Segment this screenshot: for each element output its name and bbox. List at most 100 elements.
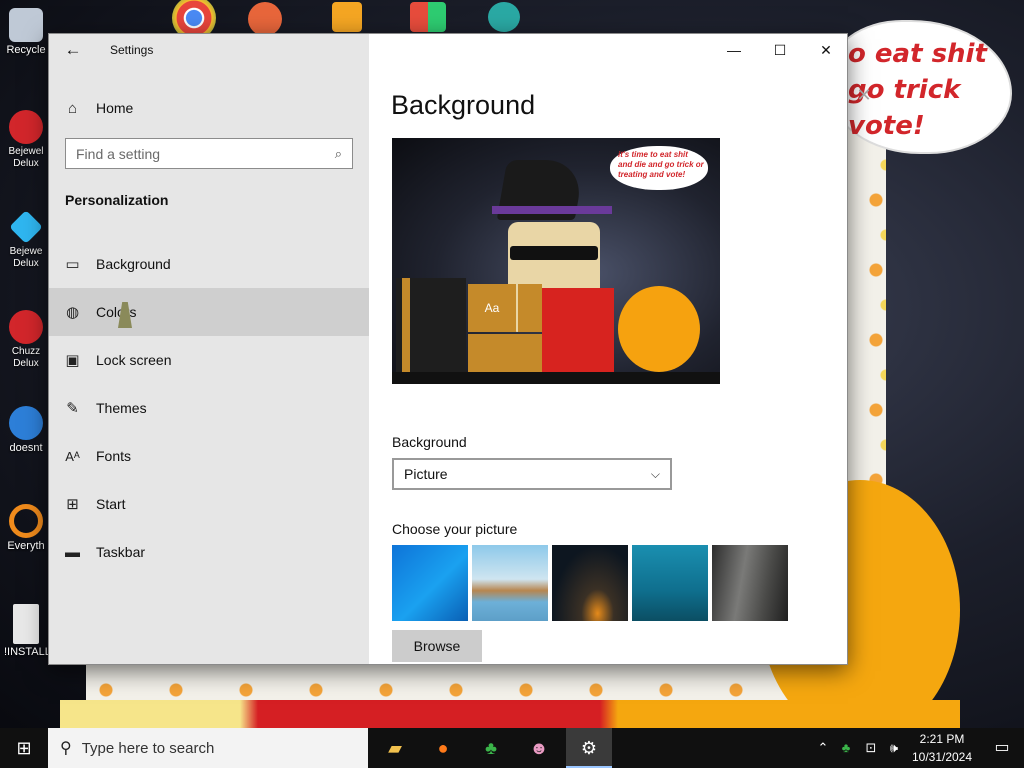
- search-icon: ⚲: [60, 740, 72, 757]
- nav-item-taskbar[interactable]: ▬ Taskbar: [49, 528, 369, 576]
- picture-thumbnail[interactable]: [472, 545, 548, 621]
- chuzzle-icon[interactable]: Chuzz Delux: [4, 310, 48, 370]
- show-hidden-icons-chevron-up-icon[interactable]: ⌃: [814, 728, 832, 768]
- dropdown-value: Picture: [404, 466, 448, 482]
- nav-item-start[interactable]: ⊞ Start: [49, 480, 369, 528]
- app-desktop-icon[interactable]: [248, 2, 282, 36]
- background-preview: it's time to eat shit and die and go tri…: [392, 138, 720, 384]
- nav-item-label: Colors: [96, 304, 137, 320]
- picture-thumbnail[interactable]: [552, 545, 628, 621]
- windows-store-desktop-icon[interactable]: [410, 2, 446, 32]
- preview-taskbar: [392, 372, 720, 384]
- nav-item-themes[interactable]: ✎ Themes: [49, 384, 369, 432]
- browse-button[interactable]: Browse: [392, 630, 482, 662]
- preview-start-strip: [402, 278, 410, 372]
- nav-item-colors[interactable]: ◍ Colors: [49, 288, 369, 336]
- preview-pumpkin: [618, 286, 700, 372]
- fonts-icon: Aᴬ: [65, 448, 80, 464]
- search-icon: ⌕: [334, 145, 342, 161]
- desktop-icon-label: Recycle: [6, 44, 46, 56]
- chevron-down-icon: ⌵: [650, 466, 660, 481]
- picture-icon: ▭: [65, 256, 80, 273]
- nav-item-lock-screen[interactable]: ▣ Lock screen: [49, 336, 369, 384]
- nav-item-label: Taskbar: [96, 544, 146, 560]
- picture-thumbnails: [392, 545, 788, 621]
- settings-nav-pane: ← Settings ⌂ Home ⌕ Personalization ▭ Ba…: [49, 34, 369, 664]
- picture-thumbnail[interactable]: [632, 545, 708, 621]
- wallpaper-strip: [60, 700, 960, 728]
- bejeweled-icon[interactable]: Bejewel Delux: [4, 110, 48, 170]
- recycle-bin-icon[interactable]: Recycle: [4, 8, 48, 56]
- network-icon[interactable]: ⊡: [860, 728, 882, 768]
- tray-app-icon[interactable]: ♣: [836, 728, 856, 768]
- install-file-icon[interactable]: !INSTALL: [4, 604, 48, 658]
- section-title: Personalization: [65, 192, 169, 208]
- search-magnifier-icon: [9, 504, 43, 538]
- palette-icon: ◍: [65, 304, 80, 321]
- character-desktop-icon[interactable]: [488, 2, 520, 32]
- desktop-icon-label: doesnt: [9, 442, 43, 454]
- settings-content-pane: Background it's time to eat shit and die…: [369, 34, 847, 664]
- taskbar-search[interactable]: ⚲ Type here to search: [48, 728, 368, 768]
- back-arrow-icon[interactable]: ←: [61, 40, 85, 60]
- preview-tile: [468, 334, 542, 372]
- desktop-icon-label: !INSTALL: [4, 646, 48, 658]
- document-icon: [13, 604, 39, 644]
- volume-icon[interactable]: 🕪: [884, 728, 904, 768]
- windows-start-icon[interactable]: ⊞: [0, 728, 48, 768]
- nav-item-fonts[interactable]: Aᴬ Fonts: [49, 432, 369, 480]
- nav-item-label: Background: [96, 256, 171, 272]
- preview-start-menu: [396, 278, 466, 372]
- window-title: Settings: [110, 43, 154, 57]
- people-app-icon[interactable]: ♣: [468, 728, 514, 768]
- picture-thumbnail[interactable]: [392, 545, 468, 621]
- background-type-dropdown[interactable]: Picture ⌵: [392, 458, 672, 490]
- page-title: Background: [391, 90, 536, 120]
- nav-item-background[interactable]: ▭ Background: [49, 240, 369, 288]
- desktop-icon-label: Chuzz Delux: [11, 346, 41, 369]
- nav-item-label: Fonts: [96, 448, 132, 464]
- chuzzle-glyph-icon: [9, 310, 43, 344]
- clock-time: 2:21 PM: [919, 732, 965, 746]
- background-window-close-icon[interactable]: ✕: [850, 84, 878, 108]
- thunderbird-icon[interactable]: doesnt: [4, 406, 48, 454]
- preview-sample-tile: Aa: [468, 284, 516, 332]
- background-field-label: Background: [392, 434, 467, 450]
- desktop-icon-label: Bejewel Delux: [8, 146, 44, 169]
- recycle-bin-glyph-icon: [9, 8, 43, 42]
- home-icon: ⌂: [67, 99, 78, 117]
- themes-icon: ✎: [66, 400, 79, 417]
- nav-item-label: Themes: [96, 400, 147, 416]
- taskbar-icon: ▬: [65, 543, 80, 561]
- notification-center-icon[interactable]: ▭: [980, 728, 1024, 768]
- nav-item-label: Start: [96, 496, 126, 512]
- app-desktop-icon[interactable]: [332, 2, 362, 32]
- picture-thumbnail[interactable]: [712, 545, 788, 621]
- preview-hat-band: [492, 206, 612, 214]
- thunderbird-glyph-icon: [9, 406, 43, 440]
- system-clock[interactable]: 2:21 PM 10/31/2024: [904, 730, 980, 766]
- settings-window: ← Settings ⌂ Home ⌕ Personalization ▭ Ba…: [48, 33, 848, 665]
- diamond-icon: [9, 210, 43, 244]
- bejeweled-glyph-icon: [9, 110, 43, 144]
- bejeweled-deluxe-icon[interactable]: Bejewe Delux: [4, 210, 48, 270]
- taskbar: ⊞ ⚲ Type here to search ▰ ● ♣ ☻ ⚙ ⌃ ♣ ⊡ …: [0, 728, 1024, 768]
- firefox-icon[interactable]: ●: [420, 728, 466, 768]
- clock-date: 10/31/2024: [911, 750, 973, 764]
- preview-character-body: [542, 288, 614, 384]
- settings-gear-icon[interactable]: ⚙: [566, 728, 612, 768]
- everything-icon[interactable]: Everyth: [4, 504, 48, 552]
- nav-home-label: Home: [96, 100, 134, 116]
- nav-home[interactable]: ⌂ Home: [49, 90, 369, 126]
- preview-sunglasses: [510, 246, 598, 260]
- desktop-icon-label: Bejewe Delux: [9, 246, 43, 269]
- character-app-icon[interactable]: ☻: [516, 728, 562, 768]
- desktop-icon-label: Everyth: [7, 540, 45, 552]
- file-explorer-icon[interactable]: ▰: [372, 728, 418, 768]
- choose-picture-label: Choose your picture: [392, 521, 518, 537]
- search-input[interactable]: [76, 145, 335, 162]
- taskbar-search-placeholder: Type here to search: [81, 739, 215, 757]
- preview-bubble-text: it's time to eat shit and die and go tri…: [618, 150, 704, 179]
- find-setting-search[interactable]: ⌕: [65, 138, 353, 169]
- preview-tile: [518, 284, 542, 332]
